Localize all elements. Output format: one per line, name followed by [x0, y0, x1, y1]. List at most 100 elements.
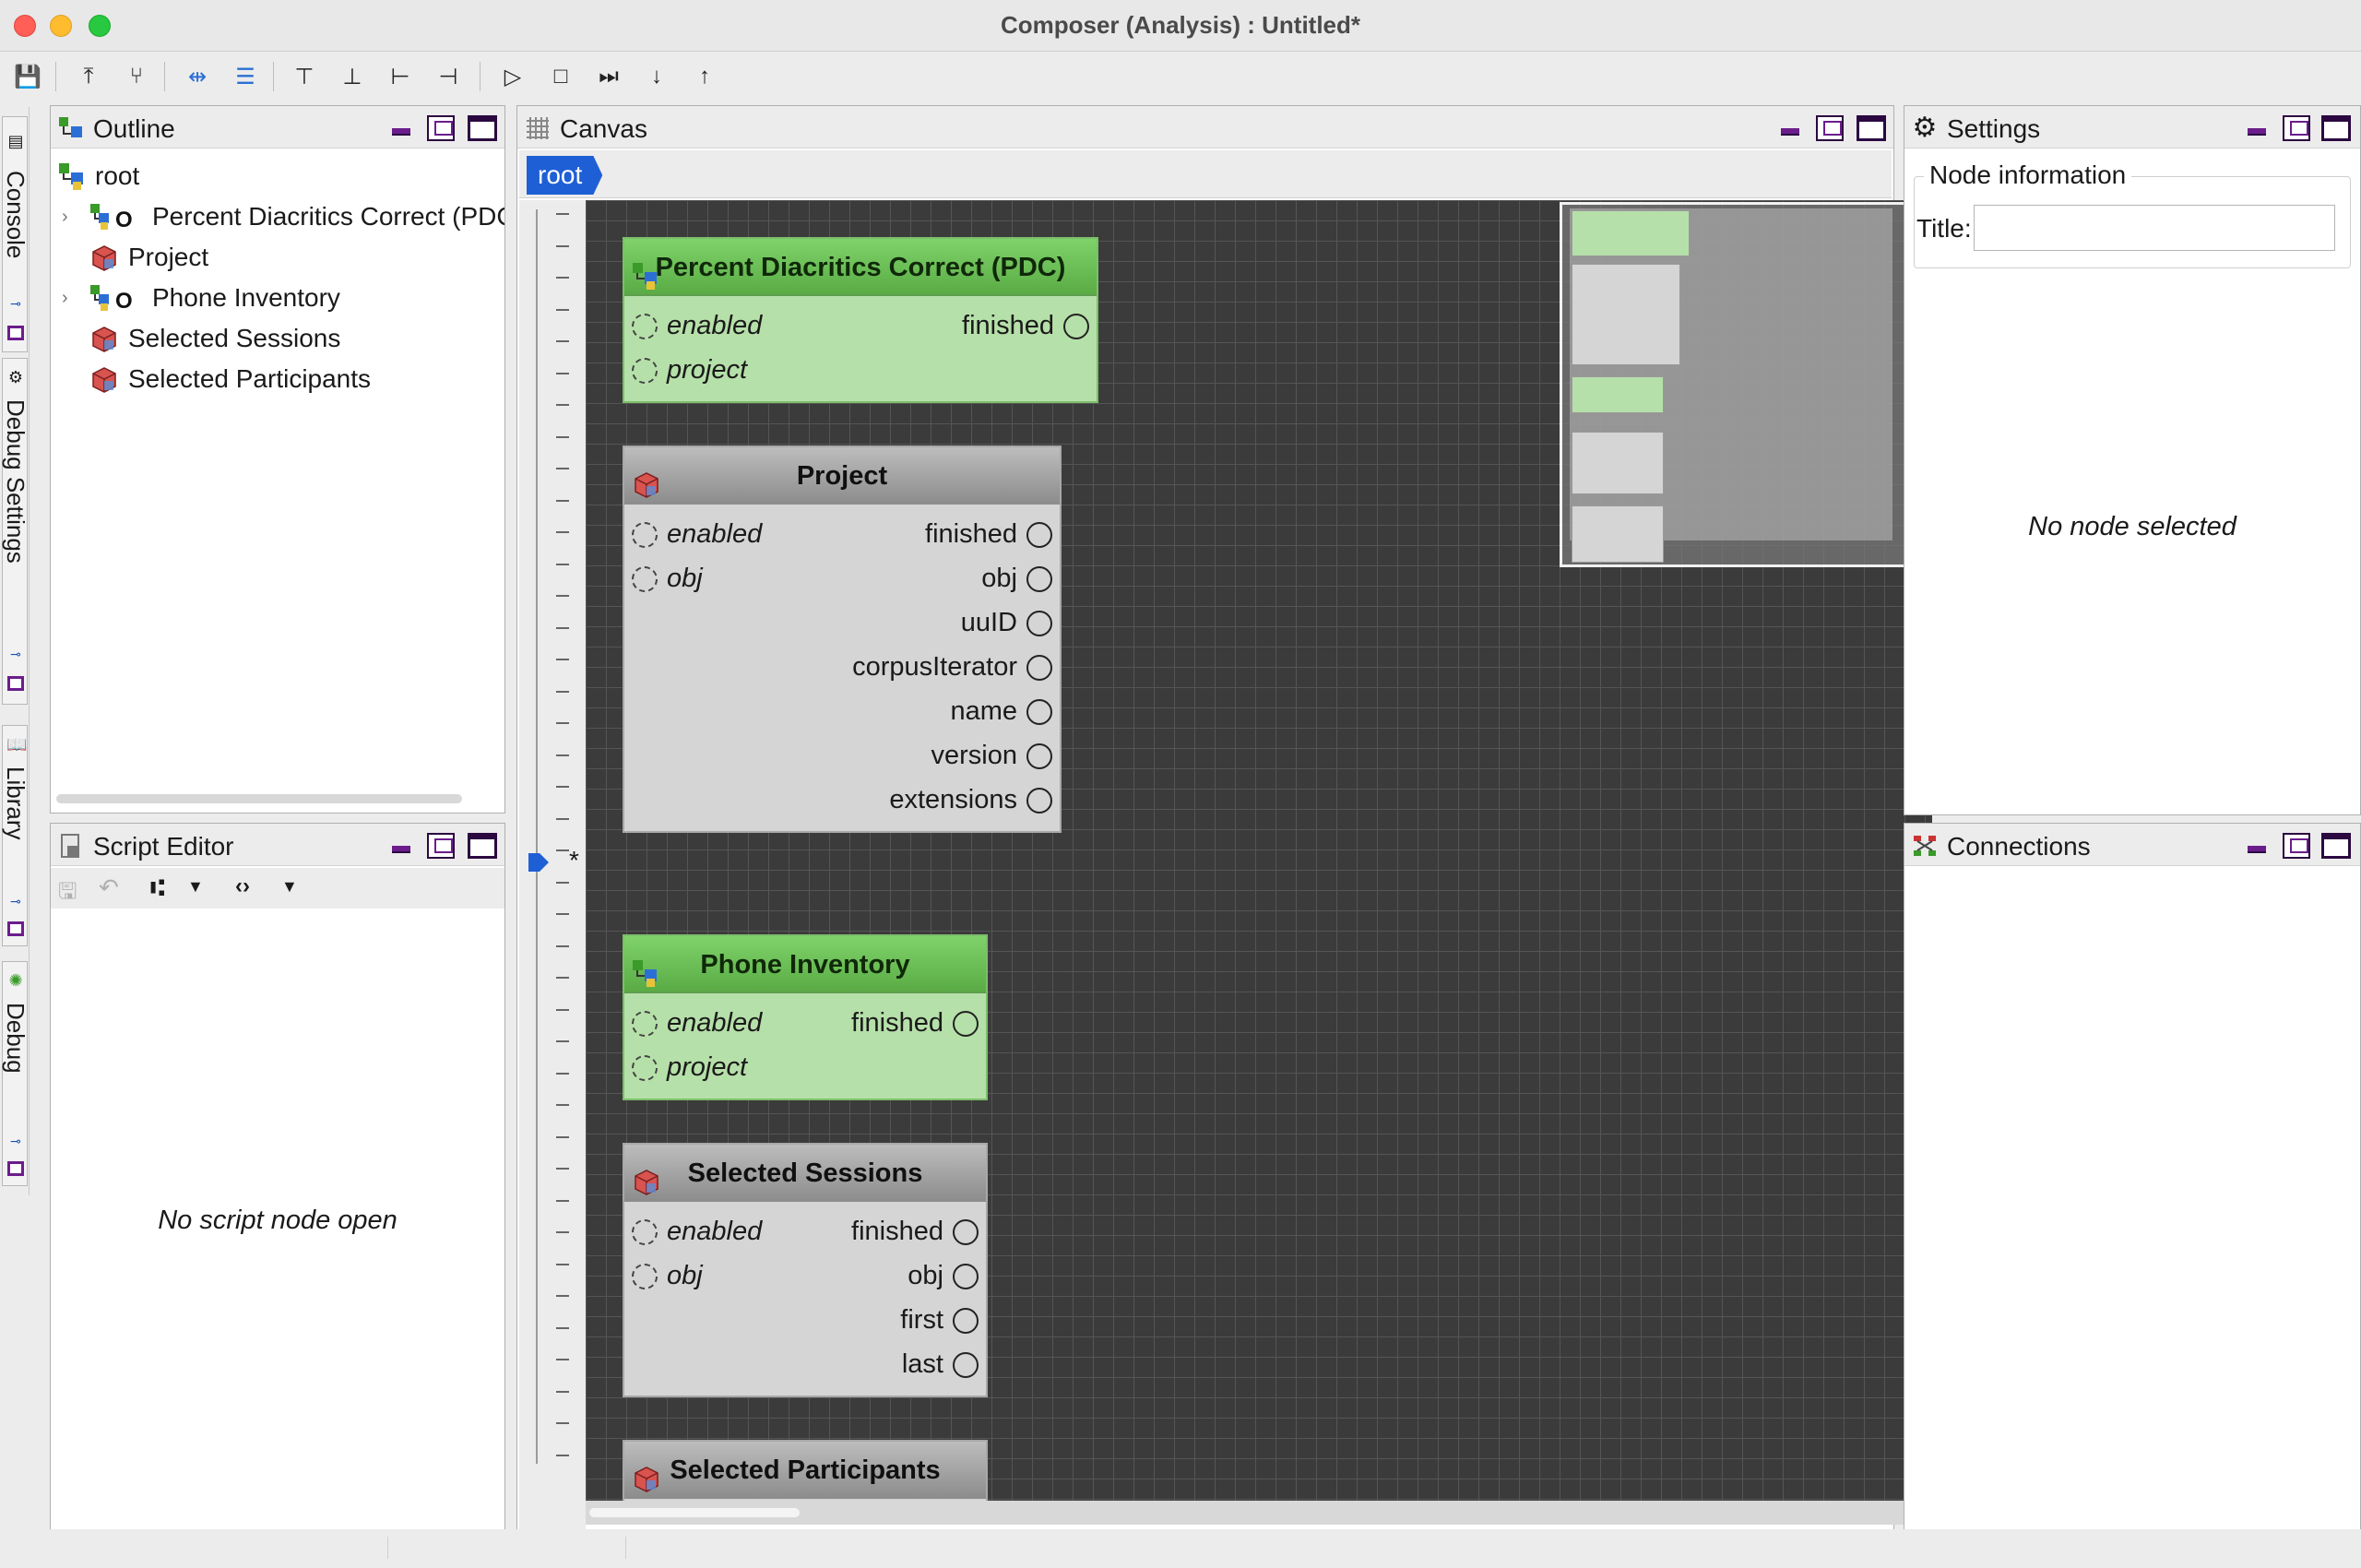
up-arrow-merge-icon[interactable]: ⤒ — [72, 60, 105, 93]
input-port[interactable]: obj — [632, 556, 703, 600]
align-bottom-icon[interactable]: ⊥ — [336, 60, 369, 93]
output-port[interactable]: finished — [851, 1209, 979, 1253]
dock-tab-library[interactable]: 📖 Library ⊸ — [2, 725, 30, 946]
graph-node[interactable]: Selected Participantsenabledfinished — [623, 1440, 988, 1501]
graph-node[interactable]: Percent Diacritics Correct (PDC) enabled p… — [623, 237, 1098, 403]
float-panel-button[interactable] — [427, 833, 455, 859]
chevron-down-icon[interactable]: ▼ — [187, 877, 204, 897]
port-circle-icon[interactable] — [1026, 522, 1052, 549]
outline-item[interactable]: › O Phone Inventory — [51, 278, 504, 318]
dock-tab-console[interactable]: ▤ Console ⊸ — [2, 116, 30, 352]
output-port[interactable]: uuID — [961, 600, 1052, 645]
float-panel-button[interactable] — [2283, 115, 2310, 141]
outline-item[interactable]: Selected Participants — [51, 359, 504, 399]
minimize-panel-button[interactable] — [2248, 846, 2266, 853]
graph-node[interactable]: Selected Sessions enabled obj finished obj fi… — [623, 1143, 988, 1397]
chevron-right-icon[interactable]: › — [62, 196, 77, 237]
output-port[interactable]: obj — [908, 1253, 979, 1298]
output-port[interactable]: corpusIterator — [852, 645, 1052, 689]
maximize-panel-button[interactable] — [1857, 115, 1886, 141]
output-port[interactable]: finished — [962, 303, 1089, 348]
maximize-panel-button[interactable] — [2321, 833, 2351, 859]
port-circle-icon[interactable] — [953, 1352, 979, 1379]
pin-icon[interactable]: ⊸ — [6, 1134, 25, 1148]
port-circle-icon[interactable] — [953, 1011, 979, 1038]
port-circle-icon[interactable] — [632, 1219, 658, 1246]
outline-item[interactable]: root — [51, 156, 504, 196]
canvas-minimap[interactable] — [1560, 202, 1928, 567]
play-icon[interactable]: ▷ — [496, 60, 529, 93]
graph-node-title[interactable]: Selected Participants — [624, 1442, 986, 1499]
input-port[interactable]: obj — [632, 1253, 703, 1298]
restore-window-icon[interactable] — [7, 676, 24, 691]
minimize-panel-button[interactable] — [1781, 128, 1799, 136]
step-up-icon[interactable]: ↑ — [688, 60, 721, 93]
dock-tab-debug-settings[interactable]: ⚙ Debug Settings ⊸ — [2, 358, 30, 705]
port-circle-icon[interactable] — [632, 566, 658, 593]
float-panel-button[interactable] — [2283, 833, 2310, 859]
output-port[interactable]: first — [900, 1298, 979, 1342]
distribute-vertical-icon[interactable]: ☰ — [229, 60, 262, 93]
restore-window-icon[interactable] — [7, 921, 24, 936]
align-left-icon[interactable]: ⊢ — [384, 60, 417, 93]
input-port[interactable]: project — [632, 348, 747, 392]
port-circle-icon[interactable] — [953, 1219, 979, 1246]
pin-icon[interactable]: ⊸ — [6, 647, 25, 661]
port-circle-icon[interactable] — [632, 358, 658, 385]
port-circle-icon[interactable] — [953, 1264, 979, 1290]
output-port[interactable]: last — [902, 1342, 979, 1386]
output-port[interactable]: name — [950, 689, 1052, 733]
stop-icon[interactable]: □ — [544, 60, 577, 93]
graph-node[interactable]: Phone Inventory enabled project finished — [623, 934, 988, 1100]
save-script-icon[interactable]: 🖫 — [58, 875, 77, 913]
maximize-panel-button[interactable] — [2321, 115, 2351, 141]
output-port[interactable]: version — [931, 733, 1052, 778]
canvas-horizontal-scrollbar[interactable] — [589, 1508, 800, 1517]
align-top-icon[interactable]: ⊤ — [288, 60, 321, 93]
code-icon[interactable]: ‹› — [235, 873, 250, 899]
output-port[interactable]: finished — [925, 512, 1052, 556]
split-icon[interactable]: ⑂ — [120, 60, 153, 93]
port-circle-icon[interactable] — [1026, 655, 1052, 682]
port-circle-icon[interactable] — [1026, 566, 1052, 593]
undo-icon[interactable]: ↶ — [99, 873, 119, 902]
graph-node-title[interactable]: Project — [624, 447, 1060, 505]
port-circle-icon[interactable] — [1063, 314, 1089, 340]
port-circle-icon[interactable] — [632, 1264, 658, 1290]
float-panel-button[interactable] — [1816, 115, 1844, 141]
output-port[interactable]: obj — [981, 556, 1052, 600]
tree-structure-icon[interactable]: ⑆ — [150, 873, 165, 902]
input-port[interactable]: project — [632, 1045, 747, 1089]
port-circle-icon[interactable] — [1026, 699, 1052, 726]
save-icon[interactable]: 💾 — [11, 60, 44, 93]
minimize-panel-button[interactable] — [2248, 128, 2266, 136]
restore-window-icon[interactable] — [7, 1161, 24, 1176]
port-circle-icon[interactable] — [632, 522, 658, 549]
minimize-panel-button[interactable] — [392, 846, 410, 853]
port-circle-icon[interactable] — [1026, 611, 1052, 637]
align-right-icon[interactable]: ⊣ — [432, 60, 465, 93]
graph-node-title[interactable]: Phone Inventory — [624, 936, 986, 993]
port-circle-icon[interactable] — [632, 1011, 658, 1038]
outline-item[interactable]: › O Percent Diacritics Correct (PDC) — [51, 196, 504, 237]
step-down-icon[interactable]: ↓ — [640, 60, 673, 93]
graph-node-title[interactable]: Percent Diacritics Correct (PDC) — [624, 239, 1097, 296]
pin-icon[interactable]: ⊸ — [6, 894, 25, 909]
minimize-panel-button[interactable] — [392, 128, 410, 136]
restore-window-icon[interactable] — [7, 326, 24, 340]
port-circle-icon[interactable] — [1026, 788, 1052, 814]
chevron-down-icon[interactable]: ▼ — [281, 877, 298, 897]
outline-item[interactable]: Project — [51, 237, 504, 278]
port-circle-icon[interactable] — [632, 1055, 658, 1082]
breadcrumb-root[interactable]: root — [527, 156, 603, 195]
output-port[interactable]: extensions — [889, 778, 1052, 822]
port-circle-icon[interactable] — [1026, 743, 1052, 770]
outline-horizontal-scrollbar[interactable] — [56, 794, 462, 803]
pin-icon[interactable]: ⊸ — [6, 296, 25, 311]
dock-tab-debug[interactable]: ✺ Debug ⊸ — [2, 961, 30, 1186]
float-panel-button[interactable] — [427, 115, 455, 141]
distribute-horizontal-icon[interactable]: ⇹ — [181, 60, 214, 93]
port-circle-icon[interactable] — [632, 314, 658, 340]
maximize-panel-button[interactable] — [468, 115, 497, 141]
maximize-panel-button[interactable] — [468, 833, 497, 859]
